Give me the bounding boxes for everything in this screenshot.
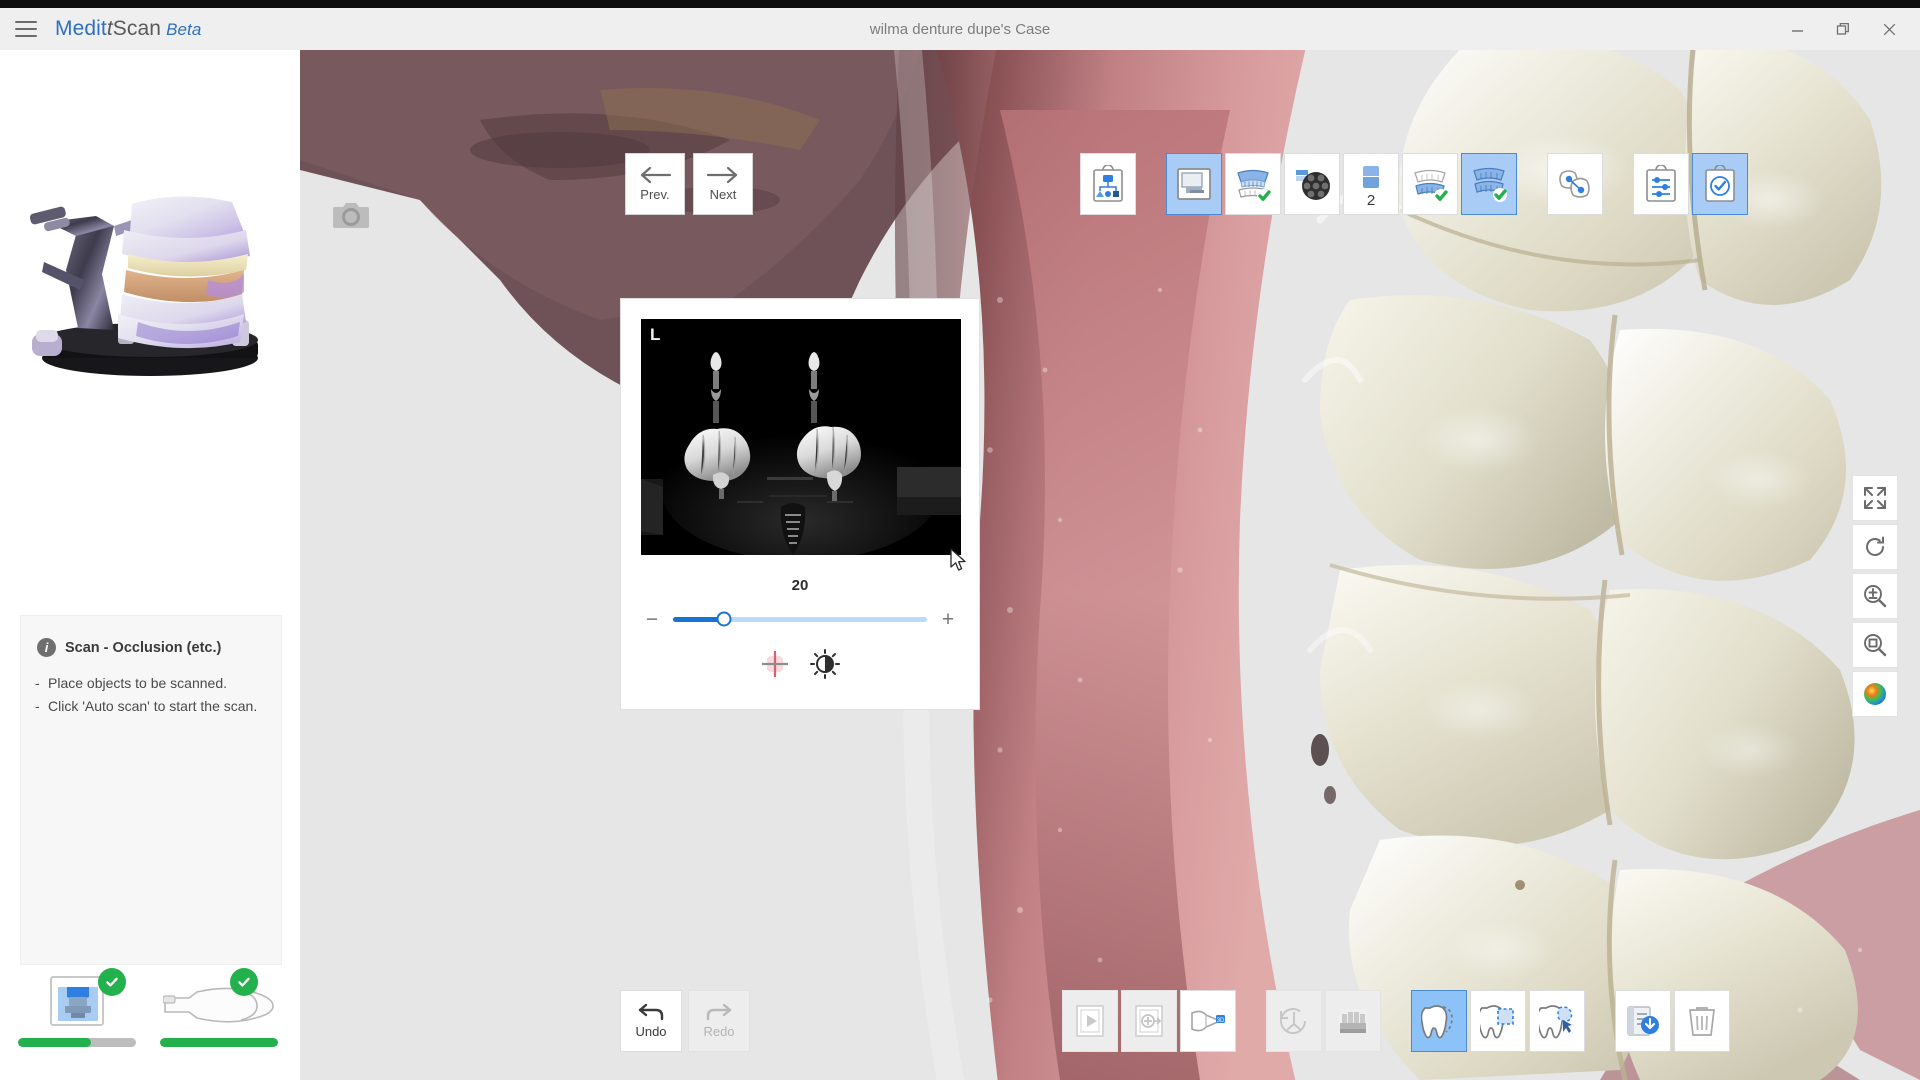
reset-view-button[interactable] bbox=[1852, 524, 1898, 570]
scanner-stage-button[interactable] bbox=[1166, 153, 1222, 215]
scanner-preview-panel: L 20 − + bbox=[620, 298, 980, 710]
svg-text:3D: 3D bbox=[1217, 1018, 1225, 1024]
die-count-button[interactable]: 2 bbox=[1343, 153, 1399, 215]
preview-view-label: L bbox=[650, 325, 661, 344]
arch-pair-button[interactable] bbox=[1402, 153, 1458, 215]
save-export-button[interactable] bbox=[1615, 990, 1671, 1052]
window-controls bbox=[1774, 8, 1912, 50]
preview-value: 20 bbox=[791, 577, 809, 594]
toolbar-group-playback: 3D bbox=[1062, 990, 1236, 1052]
left-sidebar: i Scan - Occlusion (etc.) Place objects … bbox=[0, 50, 300, 1080]
device-status-scanner-wand bbox=[160, 968, 278, 1062]
minimize-button[interactable] bbox=[1774, 8, 1820, 50]
restore-button[interactable] bbox=[1820, 8, 1866, 50]
scanner-box-icon bbox=[18, 968, 136, 1030]
window-top-strip bbox=[0, 0, 1920, 8]
tooth-trim-button[interactable] bbox=[1529, 990, 1585, 1052]
undo-button-label: Undo bbox=[635, 1024, 667, 1039]
instruction-item: Place objects to be scanned. bbox=[35, 673, 265, 694]
zoom-step-button[interactable] bbox=[1852, 573, 1898, 619]
die-count-badge: 2 bbox=[1366, 192, 1376, 209]
handpiece-icon bbox=[160, 968, 278, 1030]
slider-knob[interactable] bbox=[716, 611, 732, 627]
info-icon: i bbox=[37, 638, 56, 657]
slider-track[interactable] bbox=[673, 611, 927, 627]
fit-to-screen-button[interactable] bbox=[1852, 475, 1898, 521]
scan-settings-button[interactable] bbox=[1633, 153, 1689, 215]
status-check-icon bbox=[98, 968, 126, 996]
status-check-icon bbox=[230, 968, 258, 996]
tooth-select-box-button[interactable] bbox=[1470, 990, 1526, 1052]
instructions-title: Scan - Occlusion (etc.) bbox=[65, 639, 222, 656]
color-map-button[interactable] bbox=[1852, 671, 1898, 717]
document-title: wilma denture dupe's Case bbox=[869, 20, 1051, 38]
top-toolbar: 2 bbox=[1080, 153, 1748, 215]
camera-icon[interactable] bbox=[333, 200, 369, 230]
toolbar-group-scan-modes: 2 bbox=[1166, 153, 1517, 215]
toolbar-group-tooth-edit bbox=[1411, 990, 1585, 1052]
scanner-camera-feed[interactable]: L bbox=[641, 319, 961, 555]
device-progress-bar bbox=[18, 1038, 136, 1047]
hamburger-menu-icon[interactable] bbox=[15, 21, 37, 37]
redo-button-label: Redo bbox=[703, 1024, 735, 1039]
wand-scan-button[interactable]: 3D bbox=[1180, 990, 1236, 1052]
application-window: MedittScan Beta wilma denture dupe's Case bbox=[0, 0, 1920, 1080]
delete-button[interactable] bbox=[1674, 990, 1730, 1052]
undo-button[interactable]: Undo bbox=[620, 990, 682, 1052]
scan-confirm-button[interactable] bbox=[1692, 153, 1748, 215]
app-brand: MedittScan Beta bbox=[55, 17, 201, 41]
history-controls: Undo Redo bbox=[620, 990, 750, 1052]
abutment-button[interactable] bbox=[1547, 153, 1603, 215]
crosshair-icon[interactable] bbox=[758, 647, 792, 681]
rotate-model-button bbox=[1266, 990, 1322, 1052]
prev-button[interactable]: Prev. bbox=[625, 153, 685, 215]
multi-die-button[interactable] bbox=[1284, 153, 1340, 215]
brand-beta: Beta bbox=[166, 20, 202, 39]
device-status-scanner-base bbox=[18, 968, 136, 1062]
articulator-model-image bbox=[18, 170, 283, 400]
brightness-icon[interactable] bbox=[808, 647, 842, 681]
full-arch-button[interactable] bbox=[1225, 153, 1281, 215]
zoom-box-button[interactable] bbox=[1852, 622, 1898, 668]
instructions-panel: i Scan - Occlusion (etc.) Place objects … bbox=[20, 615, 282, 965]
scan-viewport[interactable]: Prev. Next 2 L 20 − + Undo Redo 3D bbox=[300, 50, 1920, 1080]
device-status-group bbox=[18, 968, 283, 1062]
close-button[interactable] bbox=[1866, 8, 1912, 50]
preview-tool-icons bbox=[621, 647, 979, 681]
bottom-toolbar: 3D bbox=[1062, 990, 1730, 1052]
brand-medit: Medit bbox=[55, 17, 107, 40]
next-button-label: Next bbox=[709, 187, 737, 202]
brand-scan: Scan bbox=[112, 17, 162, 40]
toolbar-group-abutment bbox=[1547, 153, 1603, 215]
toolbar-group-file bbox=[1615, 990, 1730, 1052]
prev-button-label: Prev. bbox=[640, 187, 670, 202]
add-scan-button bbox=[1121, 990, 1177, 1052]
view-controls bbox=[1852, 475, 1898, 717]
instruction-item: Click 'Auto scan' to start the scan. bbox=[35, 696, 265, 717]
toolbar-group-settings bbox=[1633, 153, 1748, 215]
redo-button: Redo bbox=[688, 990, 750, 1052]
play-scan-button bbox=[1062, 990, 1118, 1052]
occlusion-button[interactable] bbox=[1461, 153, 1517, 215]
slider-increase-button[interactable]: + bbox=[939, 609, 957, 630]
toolbar-group-case bbox=[1080, 153, 1136, 215]
slider-decrease-button[interactable]: − bbox=[643, 609, 661, 630]
model-base-button bbox=[1325, 990, 1381, 1052]
brightness-slider[interactable]: − + bbox=[643, 607, 957, 631]
device-progress-bar bbox=[160, 1038, 278, 1047]
toolbar-group-model bbox=[1266, 990, 1381, 1052]
instructions-list: Place objects to be scanned. Click 'Auto… bbox=[21, 661, 281, 717]
title-bar: MedittScan Beta wilma denture dupe's Case bbox=[0, 8, 1920, 50]
navigation-buttons: Prev. Next bbox=[625, 153, 753, 215]
instructions-header: i Scan - Occlusion (etc.) bbox=[21, 616, 281, 661]
tooth-fill-button[interactable] bbox=[1411, 990, 1467, 1052]
case-info-button[interactable] bbox=[1080, 153, 1136, 215]
next-button[interactable]: Next bbox=[693, 153, 753, 215]
